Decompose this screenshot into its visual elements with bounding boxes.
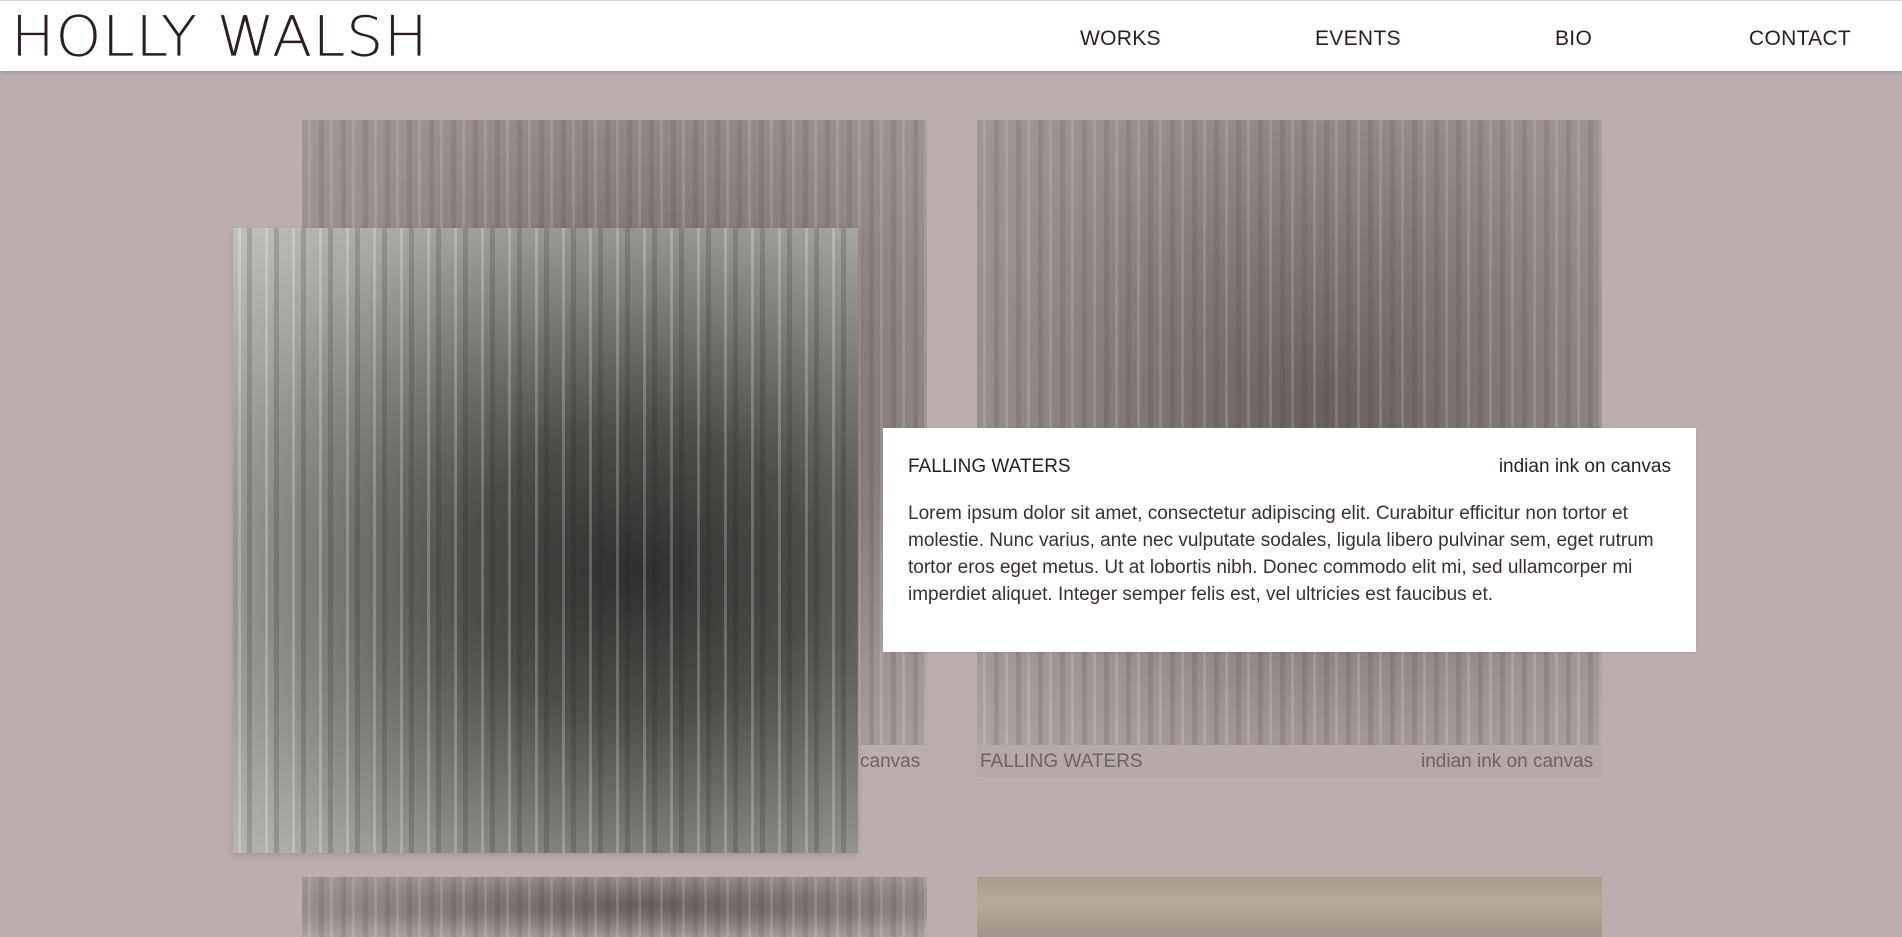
detail-medium: indian ink on canvas [1498,456,1671,477]
site-header: HOLLY WALSH WORKS EVENTS BIO CONTACT [0,0,1902,71]
detail-description: Lorem ipsum dolor sit amet, consectetur … [908,503,1654,605]
nav-works[interactable]: WORKS [1080,27,1161,51]
nav-events[interactable]: EVENTS [1315,27,1401,51]
nav-contact[interactable]: CONTACT [1749,27,1851,51]
nav-bio[interactable]: BIO [1555,27,1592,51]
artwork-2-title: FALLING WATERS [980,751,1143,772]
artwork-2-medium: indian ink on canvas [1421,751,1594,772]
site-logo[interactable]: HOLLY WALSH [11,7,429,66]
artwork-enlarged-image[interactable] [233,228,858,853]
artwork-1-medium-caption: canvas [860,751,921,772]
artwork-detail-card: FALLING WATERS indian ink on canvas Lore… [883,428,1696,652]
artwork-thumbnail-3[interactable] [302,877,927,937]
detail-title: FALLING WATERS [908,456,1071,477]
artwork-thumbnail-4[interactable] [977,877,1602,937]
